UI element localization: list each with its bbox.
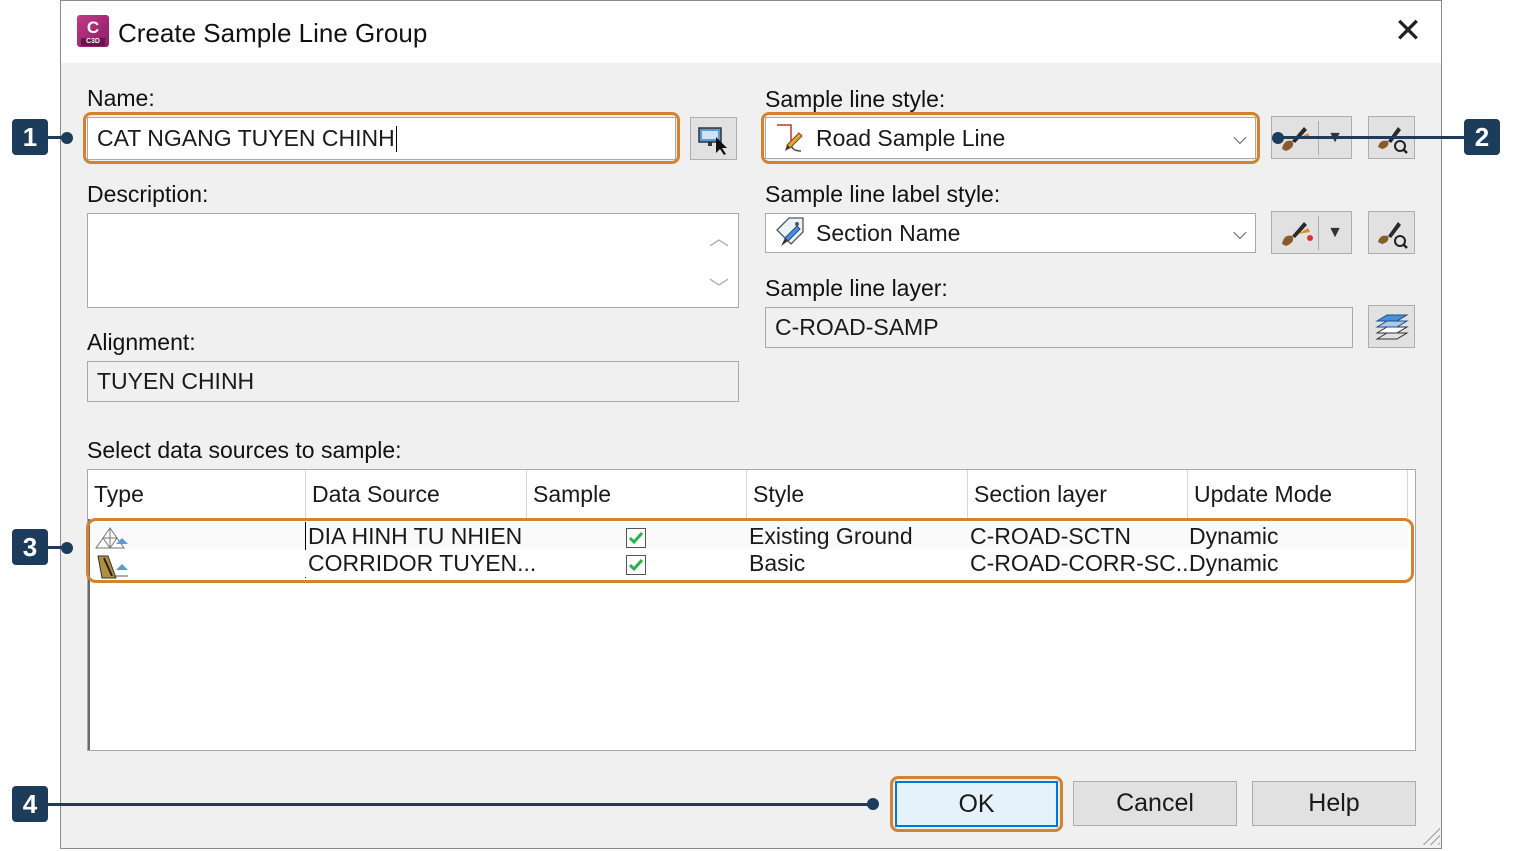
callout-3: 3 xyxy=(12,529,48,565)
alignment-label: Alignment: xyxy=(87,329,196,355)
callout-4-dot xyxy=(867,798,879,810)
close-button[interactable]: ✕ xyxy=(1390,14,1426,50)
alignment-value: TUYEN CHINH xyxy=(97,368,255,394)
callout-4-line xyxy=(48,803,874,806)
scroll-down-icon[interactable]: ﹀ xyxy=(706,272,732,300)
sample-line-label-style-dropdown[interactable]: Section Name ⌵ xyxy=(765,213,1256,253)
scroll-up-icon[interactable]: ︿ xyxy=(706,222,732,250)
column-header-section-layer[interactable]: Section layer xyxy=(968,470,1188,518)
callout-1-dot xyxy=(61,132,73,144)
column-header-sample[interactable]: Sample xyxy=(527,470,747,518)
layers-icon xyxy=(1374,314,1409,339)
close-icon: ✕ xyxy=(1393,12,1423,50)
label-style-details-icon xyxy=(1377,221,1408,249)
edit-label-style-icon xyxy=(1282,221,1313,246)
layer-value: C-ROAD-SAMP xyxy=(775,314,939,340)
sample-line-layer-field: C-ROAD-SAMP xyxy=(765,307,1353,348)
callout-1: 1 xyxy=(12,119,48,155)
callout-2-line xyxy=(1282,136,1464,139)
data-sources-label: Select data sources to sample: xyxy=(87,437,402,463)
description-textarea[interactable] xyxy=(87,213,739,308)
window-title: Create Sample Line Group xyxy=(118,18,428,48)
label-style-icon xyxy=(772,216,808,250)
name-label: Name: xyxy=(87,85,155,111)
sample-line-layer-label: Sample line layer: xyxy=(765,275,948,301)
highlight-4 xyxy=(890,776,1063,832)
alignment-field: TUYEN CHINH xyxy=(87,361,739,402)
highlight-3 xyxy=(86,518,1414,583)
cancel-button[interactable]: Cancel xyxy=(1073,781,1237,826)
chevron-down-icon: ⌵ xyxy=(1233,222,1247,243)
column-header-type[interactable]: Type xyxy=(88,470,306,518)
caret-down-icon[interactable]: ▼ xyxy=(1319,224,1351,242)
callout-2-dot xyxy=(1272,132,1284,144)
sample-line-label-style-label: Sample line label style: xyxy=(765,181,1001,207)
pick-from-drawing-button[interactable] xyxy=(690,117,737,160)
pick-from-drawing-icon xyxy=(697,126,727,155)
sample-line-style-label: Sample line style: xyxy=(765,86,946,112)
data-sources-grid: Type Data Source Sample Style Section la… xyxy=(87,469,1416,751)
civil3d-app-icon: C C3D xyxy=(77,15,109,47)
column-header-data-source[interactable]: Data Source xyxy=(306,470,527,518)
callout-4: 4 xyxy=(12,786,48,822)
label-style-value: Section Name xyxy=(816,219,961,246)
column-header-style[interactable]: Style xyxy=(747,470,968,518)
highlight-2 xyxy=(761,112,1260,164)
callout-3-dot xyxy=(61,542,73,554)
highlight-1 xyxy=(83,112,680,164)
column-header-update-mode[interactable]: Update Mode xyxy=(1188,470,1408,518)
description-label: Description: xyxy=(87,181,209,207)
edit-label-style-split-button[interactable]: ▼ xyxy=(1271,211,1352,254)
help-button[interactable]: Help xyxy=(1252,781,1416,826)
label-style-details-button[interactable] xyxy=(1368,211,1415,254)
callout-2: 2 xyxy=(1464,119,1500,155)
select-layer-button[interactable] xyxy=(1368,305,1415,348)
